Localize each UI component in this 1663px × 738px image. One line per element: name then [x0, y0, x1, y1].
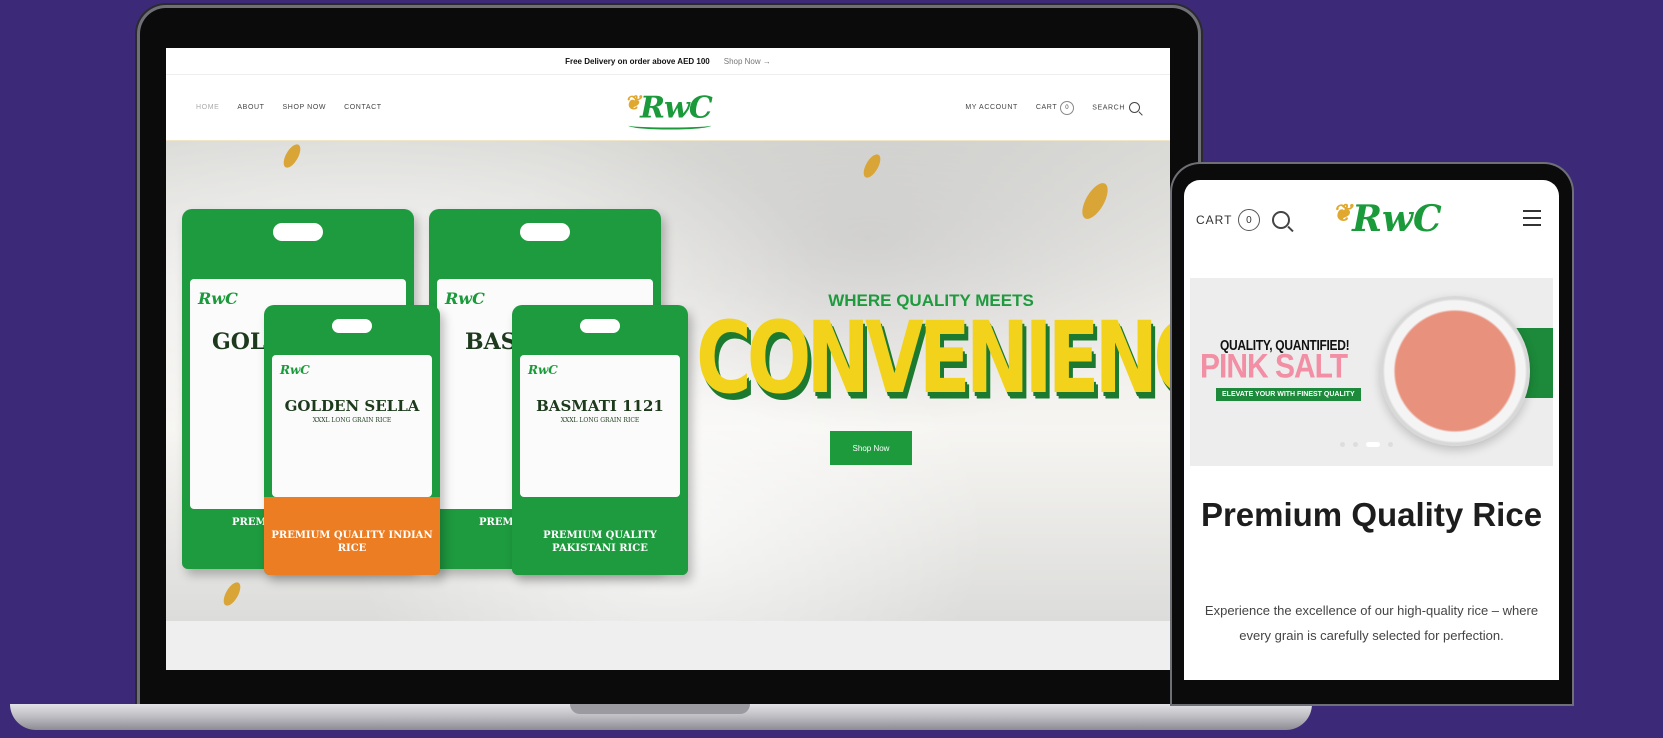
my-account-link[interactable]: MY ACCOUNT [965, 104, 1018, 111]
leaf-icon: ❦ [624, 90, 641, 114]
site-logo[interactable]: ❦RwC [624, 90, 713, 129]
rice-bag-golden-sella: RwC GOLDEN SELLA XXXL LONG GRAIN RICE PR… [264, 305, 440, 575]
bag-logo: RwC [280, 363, 310, 377]
bag-subtitle: XXXL LONG GRAIN RICE [312, 417, 392, 424]
mobile-section-title: Premium Quality Rice [1200, 496, 1543, 533]
carousel-dot-active[interactable] [1366, 442, 1380, 447]
mobile-cart-link[interactable]: CART 0 [1196, 209, 1261, 231]
hero-shop-now-button[interactable]: Shop Now [830, 431, 912, 465]
leaf-icon: ❦ [1332, 198, 1353, 227]
banner-tag: ELEVATE YOUR WITH FINEST QUALITY [1216, 388, 1361, 401]
bag-bottom-label: PREMIUM QUALITY INDIAN RICE [271, 530, 433, 554]
hamburger-menu-icon[interactable] [1523, 210, 1541, 231]
mobile-section-description: Experience the excellence of our high-qu… [1204, 603, 1539, 643]
search-label: SEARCH [1092, 104, 1125, 112]
cart-count-badge: 0 [1060, 100, 1075, 115]
nav-shop-now[interactable]: SHOP NOW [283, 104, 327, 111]
hero-banner: RwC GOLI PREM PAK RwC BAS PREM IN RwC GO… [166, 141, 1170, 621]
banner-title: PINK SALT [1200, 347, 1348, 386]
rice-bag-basmati-1121: RwC BASMATI 1121 XXXL LONG GRAIN RICE PR… [512, 305, 688, 575]
site-header: HOME ABOUT SHOP NOW CONTACT ❦RwC MY ACCO… [166, 75, 1170, 142]
mobile-promo-banner[interactable]: QUALITY, QUANTIFIED! PINK SALT ELEVATE Y… [1190, 278, 1553, 466]
announcement-shop-link[interactable]: Shop Now → [724, 57, 771, 66]
bag-title: BASMATI 1121 [536, 397, 664, 415]
bag-logo: RwC [528, 363, 558, 377]
cart-label: CART [1035, 103, 1058, 111]
bag-title: GOLDEN SELLA [284, 397, 420, 415]
hero-headline: CONVENIENCE! [696, 299, 1170, 416]
nav-about[interactable]: ABOUT [237, 104, 264, 111]
mobile-header: CART 0 ❦RwC [1184, 180, 1559, 260]
utility-nav: MY ACCOUNT CART 0 SEARCH [965, 100, 1140, 115]
carousel-dots [1340, 442, 1393, 447]
bag-logo: RwC [198, 289, 238, 308]
mobile-cart-label: CART [1196, 213, 1233, 227]
nav-contact[interactable]: CONTACT [344, 104, 382, 111]
carousel-dot[interactable] [1388, 442, 1393, 447]
bag-subtitle: XXXL LONG GRAIN RICE [560, 417, 640, 424]
carousel-dot[interactable] [1340, 442, 1345, 447]
laptop-base [10, 704, 1312, 730]
phone-screen: CART 0 ❦RwC QUALITY, QUANTIFIED! PINK SA… [1184, 180, 1559, 680]
bag-bottom-label: PREMIUM QUALITY PAKISTANI RICE [543, 530, 657, 554]
announcement-bar: Free Delivery on order above AED 100 Sho… [166, 48, 1170, 75]
mobile-cart-count: 0 [1238, 209, 1261, 231]
primary-nav: HOME ABOUT SHOP NOW CONTACT [196, 104, 382, 111]
laptop-screen: Free Delivery on order above AED 100 Sho… [166, 48, 1170, 670]
search-icon [1129, 102, 1140, 113]
pink-salt-bowl-image [1380, 296, 1530, 446]
cart-link[interactable]: CART 0 [1035, 100, 1075, 115]
search-icon[interactable] [1272, 211, 1291, 229]
bag-logo: RwC [445, 289, 485, 308]
carousel-dot[interactable] [1353, 442, 1358, 447]
next-section [166, 621, 1170, 670]
announcement-message: Free Delivery on order above AED 100 [565, 56, 710, 66]
nav-home[interactable]: HOME [196, 104, 219, 111]
mobile-logo[interactable]: ❦RwC [1332, 198, 1442, 240]
search-link[interactable]: SEARCH [1092, 102, 1140, 113]
